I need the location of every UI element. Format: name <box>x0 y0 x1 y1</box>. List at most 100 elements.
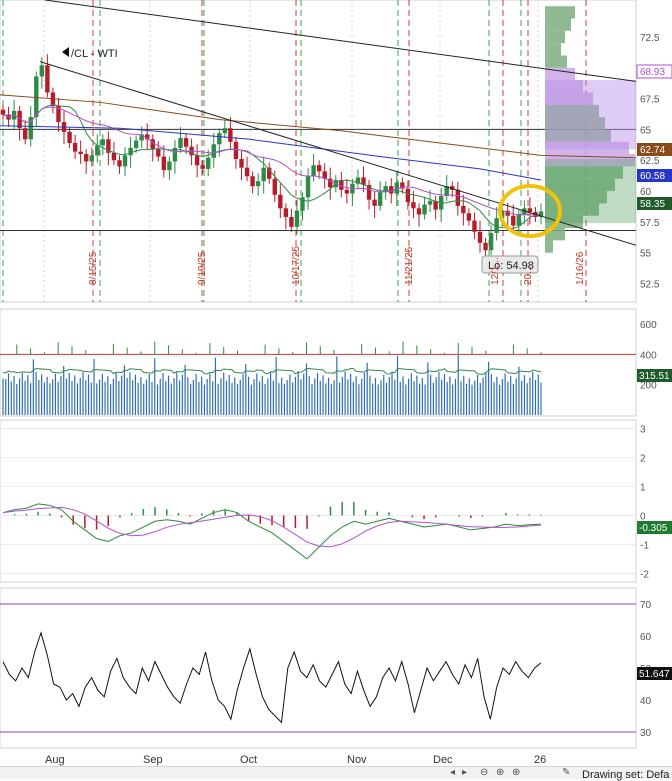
rsi-axis-tick: 60 <box>640 632 652 643</box>
candle-body <box>311 165 316 177</box>
candle-body <box>100 139 106 146</box>
candle-body <box>72 142 78 152</box>
candle-body <box>278 194 283 209</box>
volume-profile-bar <box>545 30 565 44</box>
candle-body <box>67 131 72 143</box>
candle-body <box>511 215 516 226</box>
month-label-oct: Oct <box>240 754 257 766</box>
candle-body <box>133 140 139 148</box>
candle-body <box>461 205 466 214</box>
macd-axis-tick: 1 <box>640 483 646 494</box>
macd-axis-tick: -2 <box>640 569 649 580</box>
candle-body <box>83 154 89 162</box>
volume-profile-bar <box>545 55 567 68</box>
candle-body <box>244 167 250 177</box>
candle-body <box>222 128 228 134</box>
candle-body <box>34 76 39 118</box>
price-axis-tick: 65 <box>640 125 652 136</box>
drawing-pencil-icon[interactable]: ✎ <box>562 767 570 778</box>
candle-body <box>488 232 494 251</box>
price-tag-58-text: 58.35 <box>640 199 665 210</box>
date-label-0919: 9/19/25 <box>197 251 208 285</box>
candle-body <box>95 145 100 156</box>
value-area-band <box>545 80 636 150</box>
candle-body <box>389 186 394 194</box>
scroll-left-icon[interactable]: ◂ <box>450 767 455 778</box>
macd-line <box>2 503 542 560</box>
candle-body <box>22 128 28 140</box>
candle-body <box>250 176 255 187</box>
volume-profile-bar <box>545 6 575 19</box>
macd-axis-tick: 2 <box>640 454 646 465</box>
candle-body <box>427 200 433 205</box>
candle-body <box>78 151 83 155</box>
candle-body <box>200 165 205 169</box>
drawing-set-label[interactable]: Drawing set: Defa <box>582 769 669 781</box>
rsi-panel[interactable] <box>0 603 636 733</box>
month-labels: Aug Sep Oct Nov Dec 26 <box>45 754 546 766</box>
crosshair-icon[interactable]: ⊕ <box>512 767 520 778</box>
rsi-axis-tick: 30 <box>640 728 652 739</box>
ma-medium-line <box>2 106 542 217</box>
candle-body <box>161 156 167 171</box>
date-label-0815: 8/15/25 <box>88 251 99 285</box>
zoom-in-icon[interactable]: ⊕ <box>496 767 504 778</box>
volume-panel[interactable] <box>0 341 636 415</box>
candle-body <box>178 138 183 148</box>
candle-body <box>206 157 211 169</box>
scroll-right-icon[interactable]: ▸ <box>462 767 467 778</box>
candle-body <box>39 65 45 77</box>
month-label-aug: Aug <box>45 754 65 766</box>
price-axis-tick: 52.5 <box>640 280 660 291</box>
candle-body <box>344 189 350 194</box>
panel-frame <box>0 587 637 749</box>
rsi-line <box>2 631 542 724</box>
candle-body <box>283 208 289 217</box>
month-label-26: 26 <box>534 754 546 766</box>
macd-axis-tick: -1 <box>640 540 649 551</box>
chart-title-group: /CL - WTI <box>62 47 118 60</box>
candle-body <box>217 133 222 145</box>
rsi-value-text: 51.647 <box>639 669 670 680</box>
chart-stage[interactable]: 52.55557.56062.56567.57072.5200400600-2-… <box>0 0 672 778</box>
chart-axes: 52.55557.56062.56567.57072.5200400600-2-… <box>640 33 660 739</box>
candle-body <box>294 210 300 227</box>
price-tag-62-text: 62.74 <box>640 145 665 156</box>
volume-axis-tick: 400 <box>640 350 657 361</box>
candle-body <box>89 155 94 162</box>
price-tag-60-text: 60.58 <box>640 171 665 182</box>
price-axis-tick: 57.5 <box>640 218 660 229</box>
candle-body <box>483 242 488 251</box>
volume-profile-bar <box>545 240 553 253</box>
price-axis-tick: 67.5 <box>640 95 660 106</box>
candle-body <box>122 155 128 167</box>
volume-profile-bar <box>545 18 571 31</box>
candle-body <box>416 208 422 215</box>
macd-panel[interactable] <box>0 428 636 574</box>
candle-body <box>466 213 472 221</box>
zoom-out-icon[interactable]: ⊖ <box>480 767 488 778</box>
candle-body <box>289 216 294 227</box>
month-label-dec: Dec <box>433 754 453 766</box>
candle-body <box>372 199 377 206</box>
candle-body <box>472 220 477 232</box>
date-label-0116: 1/16/26 <box>575 251 586 285</box>
candle-body <box>305 176 311 198</box>
candle-body <box>255 181 261 187</box>
price-tag-68-text: 68.93 <box>640 67 665 78</box>
date-label-1201: 12/1... <box>490 257 501 285</box>
candle-body <box>272 178 277 195</box>
candle-body <box>261 167 266 182</box>
candle-body <box>156 149 161 157</box>
candle-body <box>411 202 416 209</box>
month-label-sep: Sep <box>143 754 163 766</box>
candle-body <box>233 141 239 160</box>
date-label-1121: 11/21/25 <box>404 246 415 285</box>
volume-profile-bar <box>545 43 561 56</box>
candle-body <box>455 189 461 206</box>
candle-body <box>128 147 133 156</box>
title-marker-icon <box>62 47 69 57</box>
panel-frame <box>0 419 637 583</box>
candle-body <box>45 65 50 93</box>
candle-body <box>167 161 172 171</box>
